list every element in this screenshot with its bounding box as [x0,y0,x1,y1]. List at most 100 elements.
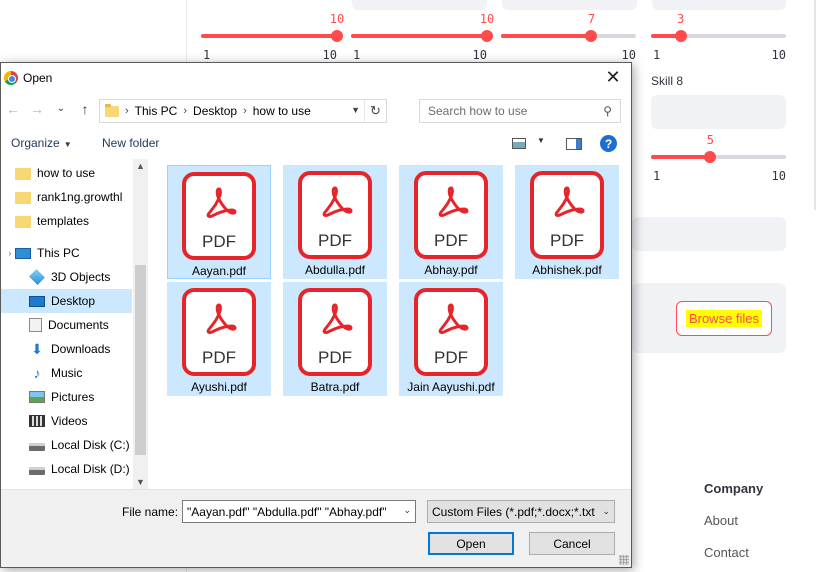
file-type-select[interactable]: Custom Files (*.pdf;*.docx;*.txt ⌄ [427,500,615,523]
nav-item-documents[interactable]: Documents [1,313,132,337]
slider-track[interactable] [651,30,786,42]
file-item[interactable]: PDF Abhishek.pdf [515,165,619,279]
download-icon: ⬇ [31,341,43,357]
nav-item-local-disk-d[interactable]: Local Disk (D:) [1,457,132,481]
breadcrumb-desktop[interactable]: Desktop [193,104,237,118]
pdf-file-icon: PDF [414,171,488,259]
nav-item-desktop[interactable]: Desktop [1,289,132,313]
slider-thumb[interactable] [331,30,343,42]
file-item[interactable]: PDF Jain Aayushi.pdf [399,282,503,396]
nav-item-templates[interactable]: templates [1,209,132,233]
open-button[interactable]: Open [428,532,514,555]
slider-track[interactable] [201,30,343,42]
file-item[interactable]: PDF Abdulla.pdf [283,165,387,279]
pdf-label: PDF [202,232,236,251]
command-toolbar: Organize ▼ New folder ▼ ? [1,131,631,157]
music-icon: ♪ [33,365,41,381]
pdf-label: PDF [434,231,468,250]
nav-item-rank1ng[interactable]: rank1ng.growthl [1,185,132,209]
slider-max: 10 [771,48,786,62]
file-type-value: Custom Files (*.pdf;*.docx;*.txt [432,504,595,519]
scrollbar-thumb[interactable] [135,265,146,455]
slider-thumb[interactable] [674,30,687,42]
file-item[interactable]: PDF Ayushi.pdf [167,282,271,396]
nav-item-music[interactable]: ♪ Music [1,361,132,385]
breadcrumb-separator-icon: › [183,105,188,117]
skill-input[interactable] [652,0,786,10]
breadcrumb-this-pc[interactable]: This PC [135,104,178,118]
scroll-up-icon[interactable]: ▲ [133,161,148,171]
file-item[interactable]: PDF Abhay.pdf [399,165,503,279]
file-name-label: File name: [122,505,179,519]
nav-item-this-pc[interactable]: › This PC [1,241,132,265]
help-icon[interactable]: ? [600,135,617,152]
skill-input[interactable] [502,0,637,10]
pdf-file-icon: PDF [182,172,256,260]
file-item[interactable]: PDF Batra.pdf [283,282,387,396]
file-name: Abdulla.pdf [304,263,366,277]
nav-item-downloads[interactable]: ⬇ Downloads [1,337,132,361]
refresh-icon[interactable]: ↻ [364,100,386,122]
close-button[interactable]: ✕ [603,67,623,87]
nav-item-videos[interactable]: Videos [1,409,132,433]
skill-8-input[interactable] [651,95,786,129]
preview-pane-icon[interactable] [566,138,582,150]
search-box[interactable]: ⚲ [419,99,621,123]
change-view-icon[interactable] [512,138,526,149]
chevron-down-icon[interactable]: ▼ [537,136,545,145]
recent-locations-chevron-icon[interactable]: ⌄ [53,100,69,118]
slider-thumb[interactable] [704,151,717,163]
file-name-combobox[interactable]: ⌄ [182,500,416,523]
navigation-bar: ← → ⌄ ↑ › This PC › Desktop › how to use… [1,97,631,123]
footer-link-contact[interactable]: Contact [704,545,749,560]
forward-arrow-icon[interactable]: → [29,100,45,118]
file-item[interactable]: PDF Aayan.pdf [167,165,271,279]
slider-value: 3 [677,12,685,26]
chevron-down-icon[interactable]: ⌄ [600,506,610,517]
organize-menu[interactable]: Organize ▼ [11,136,72,150]
resize-grip-icon[interactable] [619,555,629,565]
folder-icon [15,192,31,204]
upload-field[interactable] [632,217,786,251]
back-arrow-icon[interactable]: ← [5,100,21,118]
slider-track[interactable] [501,30,636,42]
slider-thumb[interactable] [585,30,598,42]
computer-icon [15,247,31,259]
slider-min: 1 [203,48,211,62]
pdf-file-icon: PDF [530,171,604,259]
chevron-down-icon: ▼ [63,140,72,149]
scroll-down-icon[interactable]: ▼ [133,477,148,487]
slider-value: 5 [706,133,715,147]
browse-files-button[interactable]: Browse files [676,301,772,336]
cancel-button[interactable]: Cancel [529,532,615,555]
skill-input[interactable] [352,0,487,10]
file-name-input[interactable] [187,504,395,519]
breadcrumb-how-to-use[interactable]: how to use [253,104,311,118]
cube-icon [29,269,45,285]
chevron-down-icon[interactable]: ▼ [351,105,360,115]
slider-min: 1 [653,169,661,183]
slider-track[interactable] [351,30,493,42]
chevron-down-icon[interactable]: ⌄ [403,505,411,516]
search-input[interactable] [428,104,588,118]
address-bar[interactable]: › This PC › Desktop › how to use ▼ ↻ [99,99,387,123]
nav-item-3d-objects[interactable]: 3D Objects [1,265,132,289]
dialog-titlebar[interactable]: Open ✕ [1,63,631,93]
search-icon[interactable]: ⚲ [603,104,612,118]
slider-thumb[interactable] [481,30,493,42]
pdf-label: PDF [318,231,352,250]
pdf-file-icon: PDF [414,288,488,376]
navigation-scrollbar[interactable]: ▲ ▼ [133,159,148,489]
nav-item-local-disk-c[interactable]: Local Disk (C:) [1,433,132,457]
skill-8-slider[interactable]: 5 1 10 [651,133,786,193]
organize-label: Organize [11,136,60,150]
up-arrow-icon[interactable]: ↑ [77,100,93,118]
nav-item-how-to-use[interactable]: how to use [1,161,132,185]
new-folder-button[interactable]: New folder [102,136,159,150]
slider-track[interactable] [651,151,786,163]
footer-link-about[interactable]: About [704,513,738,528]
chevron-down-icon[interactable]: › [5,249,15,258]
navigation-pane: how to use rank1ng.growthl templates › Th… [1,159,149,489]
skill-slider[interactable]: 3 1 10 [651,12,786,72]
nav-item-pictures[interactable]: Pictures [1,385,132,409]
